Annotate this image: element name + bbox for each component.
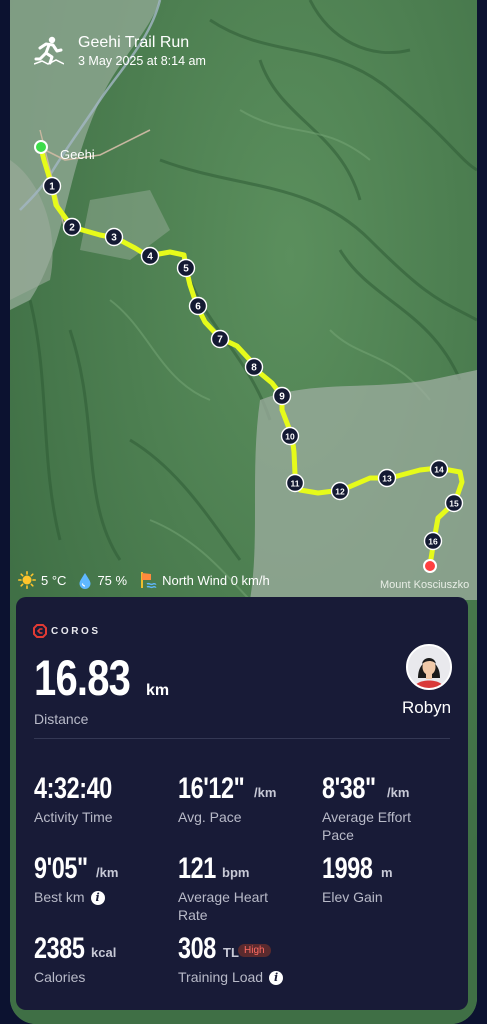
temperature-value: 5 °C <box>41 572 67 588</box>
humidity-item: 75 % <box>78 572 127 589</box>
avg-effort-pace-value: 8'38" <box>322 772 376 805</box>
km-marker-label: 10 <box>285 432 295 442</box>
finish-marker <box>423 559 437 573</box>
info-icon[interactable]: i <box>90 891 105 905</box>
km-marker-15: 15 <box>444 493 464 513</box>
km-marker-label: 8 <box>251 363 257 374</box>
stat-avg-effort-pace: 8'38" /km Average Effort Pace <box>322 772 432 844</box>
best-km-value: 9'05" <box>34 852 88 885</box>
km-marker-1: 1 <box>42 176 62 196</box>
training-load-value: 308 <box>178 932 216 965</box>
km-marker-label: 16 <box>428 537 438 547</box>
elev-gain-unit: m <box>381 865 393 880</box>
km-marker-9: 9 <box>272 386 292 406</box>
km-marker-8: 8 <box>244 357 264 377</box>
brand: COROS <box>33 624 101 638</box>
avatar[interactable] <box>406 644 452 690</box>
distance-value: 16.83 <box>34 650 131 706</box>
avg-pace-unit: /km <box>254 785 277 800</box>
temperature-item: 5 °C <box>18 571 66 589</box>
avg-pace-value: 16'12" <box>178 772 245 805</box>
runner-icon <box>34 36 64 65</box>
km-marker-label: 1 <box>49 182 55 193</box>
km-marker-label: 5 <box>183 264 189 275</box>
distance-unit: km <box>146 682 170 699</box>
km-marker-label: 4 <box>147 252 153 263</box>
user-name: Robyn <box>402 698 452 717</box>
activity-time-value: 4:32:40 <box>34 772 112 805</box>
stats-card: COROS 16.83 km Distance Robyn 4:32:40 Ac… <box>16 597 468 1010</box>
avg-heart-rate-label: Average Heart Rate <box>178 889 269 923</box>
activity-header: Geehi Trail Run 3 May 2025 at 8:14 am <box>34 34 206 70</box>
info-icon[interactable]: i <box>269 971 284 985</box>
calories-unit: kcal <box>91 945 117 960</box>
wind-flag-icon <box>141 572 157 589</box>
elev-gain-value: 1998 <box>322 852 373 885</box>
km-marker-11: 11 <box>285 473 305 493</box>
brand-name: COROS <box>51 625 101 637</box>
training-load-badge: High <box>238 944 271 957</box>
elev-gain-label: Elev Gain <box>322 889 383 905</box>
km-marker-label: 6 <box>195 302 201 313</box>
avg-heart-rate-value: 121 <box>178 852 216 885</box>
user-avatar-icon <box>408 646 450 688</box>
calories-label: Calories <box>34 969 86 985</box>
avg-pace-label: Avg. Pace <box>178 809 242 825</box>
avg-effort-pace-label: Average Effort Pace <box>322 809 411 843</box>
stat-elev-gain: 1998 m Elev Gain <box>322 852 452 906</box>
activity-time-label: Activity Time <box>34 809 113 825</box>
km-marker-label: 3 <box>111 233 117 244</box>
km-marker-label: 13 <box>382 474 392 484</box>
distance-label: Distance <box>34 711 89 727</box>
km-marker-4: 4 <box>140 246 160 266</box>
calories-value: 2385 <box>34 932 85 965</box>
stat-activity-time: 4:32:40 Activity Time <box>34 772 164 826</box>
training-load-unit: TL <box>223 945 239 960</box>
km-marker-16: 16 <box>423 531 443 551</box>
best-km-label: Best km <box>34 889 85 905</box>
km-marker-label: 15 <box>449 499 459 509</box>
divider <box>34 738 450 739</box>
activity-title: Geehi Trail Run <box>78 34 190 51</box>
avg-heart-rate-unit: bpm <box>222 865 250 880</box>
km-marker-label: 2 <box>69 223 75 234</box>
stat-calories: 2385 kcal Calories <box>34 932 164 986</box>
distance-block: 16.83 km Distance <box>34 649 169 727</box>
km-marker-label: 12 <box>335 487 345 497</box>
stat-avg-heart-rate: 121 bpm Average Heart Rate <box>178 852 268 924</box>
km-marker-3: 3 <box>104 227 124 247</box>
stat-best-km: 9'05" /km Best km i <box>34 852 164 906</box>
km-marker-12: 12 <box>330 481 350 501</box>
km-marker-label: 9 <box>279 392 285 403</box>
start-marker <box>34 140 48 154</box>
km-marker-5: 5 <box>176 258 196 278</box>
km-marker-label: 7 <box>217 335 223 346</box>
wind-value: North Wind 0 km/h <box>162 572 270 588</box>
best-km-unit: /km <box>96 865 119 880</box>
droplet-icon <box>79 572 91 589</box>
sun-icon <box>18 571 36 589</box>
activity-datetime: 3 May 2025 at 8:14 am <box>78 54 206 68</box>
activity-share-card: Geehi Mount Kosciuszko 1 2 3 4 5 6 7 8 9 10 11 12 13… <box>10 0 477 1024</box>
stat-avg-pace: 16'12" /km Avg. Pace <box>178 772 308 826</box>
stat-training-load: 308 TL High Training Load i <box>178 932 338 986</box>
km-marker-7: 7 <box>210 329 230 349</box>
coros-logo-icon <box>33 624 47 638</box>
avg-effort-pace-unit: /km <box>387 785 410 800</box>
km-marker-10: 10 <box>280 426 300 446</box>
km-marker-label: 11 <box>291 479 300 489</box>
km-marker-13: 13 <box>377 468 397 488</box>
wind-item: North Wind 0 km/h <box>139 571 270 589</box>
place-label: Geehi <box>60 147 95 162</box>
training-load-label: Training Load <box>178 969 264 985</box>
humidity-value: 75 % <box>97 572 128 588</box>
km-marker-label: 14 <box>434 465 444 475</box>
weather-bar: 5 °C 75 % North Wind 0 km/h <box>18 571 282 589</box>
km-marker-6: 6 <box>188 296 208 316</box>
km-marker-2: 2 <box>62 217 82 237</box>
km-marker-14: 14 <box>429 459 449 479</box>
destination-label: Mount Kosciuszko <box>380 579 469 591</box>
